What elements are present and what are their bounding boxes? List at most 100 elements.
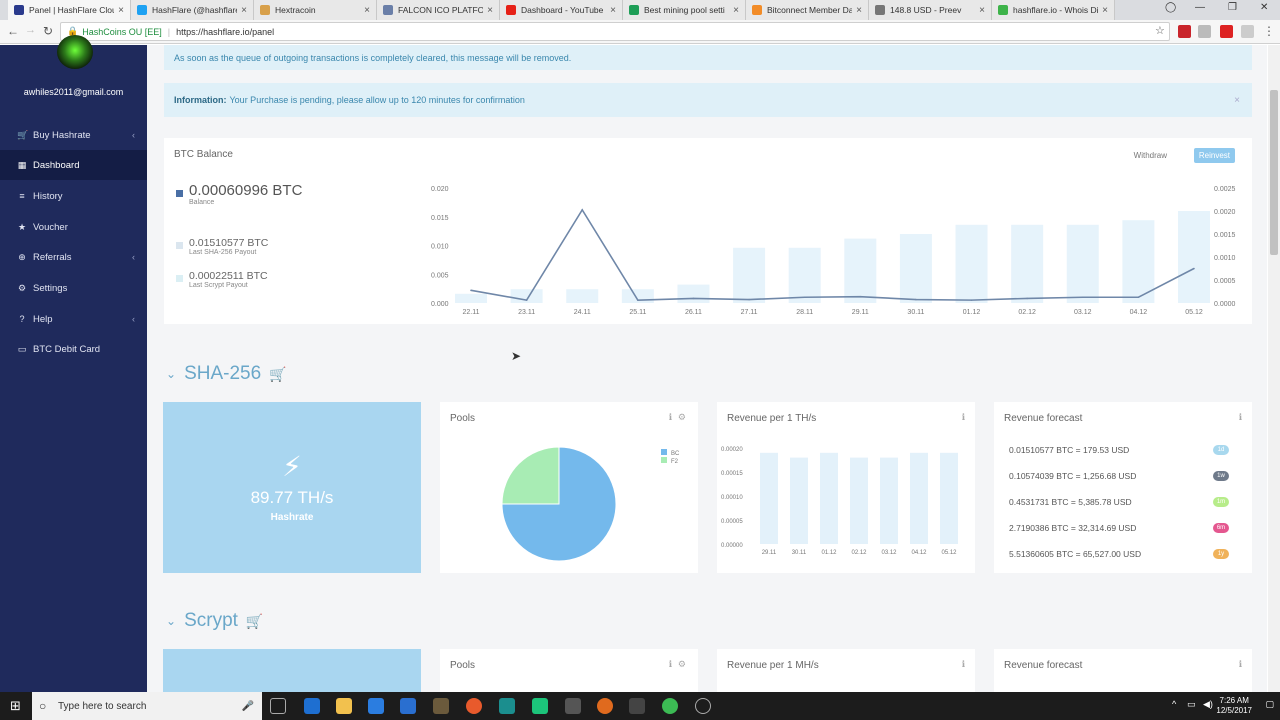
bar [733, 247, 766, 303]
cart-icon[interactable]: 🛒 [269, 366, 286, 383]
sidebar-item-referrals[interactable]: ⊕ Referrals ‹ [0, 242, 147, 272]
close-tab-icon[interactable]: × [241, 5, 247, 16]
browser-tab[interactable]: Bitconnect Member Da × [746, 0, 869, 20]
browser-tab[interactable]: Panel | HashFlare Clou × [8, 0, 131, 20]
close-tab-icon[interactable]: × [1102, 5, 1108, 16]
extension-icon[interactable] [1198, 25, 1211, 38]
sidebar-item-label: Referrals [33, 251, 72, 263]
browser-tab[interactable]: FALCON ICO PLATFOR × [377, 0, 500, 20]
close-window-icon[interactable]: ✕ [1260, 2, 1268, 13]
extension-icon[interactable] [1220, 25, 1233, 38]
close-tab-icon[interactable]: × [364, 5, 370, 16]
close-icon[interactable]: × [1234, 95, 1240, 106]
x-tick-label: 30.11 [792, 550, 807, 556]
info-icon[interactable]: ℹ [1239, 412, 1242, 423]
windows-start-icon[interactable]: ⊞ [10, 698, 21, 714]
sidebar-item-history[interactable]: ≡ History [0, 181, 147, 211]
store-icon[interactable] [368, 698, 384, 714]
browser-tab[interactable]: Hextracoin × [254, 0, 377, 20]
browser-tab[interactable]: hashflare.io - Whois Di × [992, 0, 1115, 20]
browser-tab[interactable]: Best mining pool setti × [623, 0, 746, 20]
app-icon[interactable] [565, 698, 581, 714]
data-point [637, 299, 639, 301]
legend-label: BC [671, 451, 680, 457]
close-tab-icon[interactable]: × [856, 5, 862, 16]
sidebar-item-buy-hashrate[interactable]: 🛒 Buy Hashrate ‹ [0, 120, 147, 150]
scrypt-heading[interactable]: ⌄ Scrypt 🛒 [166, 610, 263, 632]
sidebar-item-dashboard[interactable]: ▦ Dashboard [0, 150, 147, 180]
info-icon[interactable]: ℹ [962, 412, 965, 423]
menu-icon[interactable]: ⋮ [1263, 24, 1275, 38]
app-icon[interactable] [597, 698, 613, 714]
panel-title: Revenue per 1 TH/s [727, 413, 817, 424]
y-tick-label: 0.00010 [721, 495, 743, 501]
data-point [1081, 296, 1084, 299]
info-icon[interactable]: ℹ [1239, 659, 1242, 670]
back-icon[interactable]: ← [7, 24, 19, 38]
withdraw-button[interactable]: Withdraw [1129, 148, 1172, 163]
gear-icon[interactable]: ⚙ [678, 659, 686, 670]
extension-icon[interactable] [1241, 25, 1254, 38]
taskbar-search[interactable]: ○ Type here to search 🎤 [32, 692, 262, 720]
taskbar-clock[interactable]: 7:26 AM 12/5/2017 [1216, 696, 1252, 716]
forecast-row: 0.01510577 BTC = 179.53 USD 1d [1009, 445, 1239, 455]
mail-icon[interactable] [400, 698, 416, 714]
x-tick-label: 30.11 [907, 309, 924, 316]
network-icon[interactable]: ▭ [1187, 699, 1196, 710]
bookmark-star-icon[interactable]: ☆ [1155, 24, 1165, 37]
x-tick-label: 04.12 [1130, 309, 1148, 316]
minimize-icon[interactable]: — [1195, 2, 1205, 13]
notifications-icon[interactable]: ▢ [1265, 699, 1274, 710]
cart-icon[interactable]: 🛒 [246, 613, 263, 630]
reinvest-button[interactable]: Reinvest [1193, 148, 1235, 163]
forward-icon[interactable]: → [25, 24, 36, 36]
app-icon[interactable] [532, 698, 548, 714]
file-explorer-icon[interactable] [336, 698, 352, 714]
app-icon[interactable] [499, 698, 515, 714]
chevron-down-icon: ⌄ [166, 367, 177, 381]
task-view-icon[interactable] [270, 698, 286, 714]
close-tab-icon[interactable]: × [733, 5, 739, 16]
forecast-period-badge: 6m [1213, 523, 1229, 533]
browser-tab[interactable]: Dashboard - YouTube × [500, 0, 623, 20]
scrollbar-thumb[interactable] [1270, 90, 1278, 255]
chevron-up-icon[interactable]: ^ [1172, 699, 1176, 709]
gear-icon[interactable]: ⚙ [678, 412, 686, 423]
info-icon[interactable]: ℹ [669, 412, 672, 423]
x-tick-label: 28.11 [796, 309, 813, 316]
browser-tab[interactable]: HashFlare (@hashflare × [131, 0, 254, 20]
calculator-icon[interactable] [629, 698, 645, 714]
chrome-icon[interactable] [662, 698, 678, 714]
reload-icon[interactable]: ↻ [43, 24, 53, 38]
close-tab-icon[interactable]: × [487, 5, 493, 16]
info-icon[interactable]: ℹ [669, 659, 672, 670]
sidebar-item-voucher[interactable]: ★ Voucher [0, 212, 147, 242]
browser-tab[interactable]: 148.8 USD - Preev × [869, 0, 992, 20]
app-icon[interactable] [695, 698, 711, 714]
history-icon: ≡ [19, 191, 25, 201]
sidebar-item-help[interactable]: ? Help ‹ [0, 304, 147, 334]
app-icon[interactable] [433, 698, 449, 714]
sidebar-item-settings[interactable]: ⚙ Settings [0, 273, 147, 303]
app-icon[interactable] [466, 698, 482, 714]
x-tick-label: 23.11 [518, 309, 535, 316]
maximize-icon[interactable]: ❐ [1228, 2, 1237, 13]
avatar[interactable] [57, 35, 93, 69]
info-icon[interactable]: ℹ [962, 659, 965, 670]
extension-icon[interactable] [1178, 25, 1191, 38]
microphone-icon[interactable]: 🎤 [242, 701, 254, 712]
edge-icon[interactable] [304, 698, 320, 714]
url-bar[interactable]: 🔒 HashCoins OU [EE] | https://hashflare.… [60, 22, 1170, 41]
sidebar-item-btc-debit-card[interactable]: ▭ BTC Debit Card [0, 334, 147, 364]
data-point [1137, 296, 1140, 299]
volume-icon[interactable]: ◀) [1203, 699, 1213, 710]
profile-icon[interactable]: ◯ [1165, 2, 1176, 13]
scrollbar[interactable] [1268, 45, 1280, 692]
close-tab-icon[interactable]: × [979, 5, 985, 16]
sha256-heading[interactable]: ⌄ SHA-256 🛒 [166, 363, 287, 385]
bar [910, 452, 928, 544]
sidebar-item-label: Voucher [33, 221, 68, 233]
close-tab-icon[interactable]: × [610, 5, 616, 16]
close-tab-icon[interactable]: × [118, 5, 124, 16]
panel-title: Pools [450, 413, 476, 424]
